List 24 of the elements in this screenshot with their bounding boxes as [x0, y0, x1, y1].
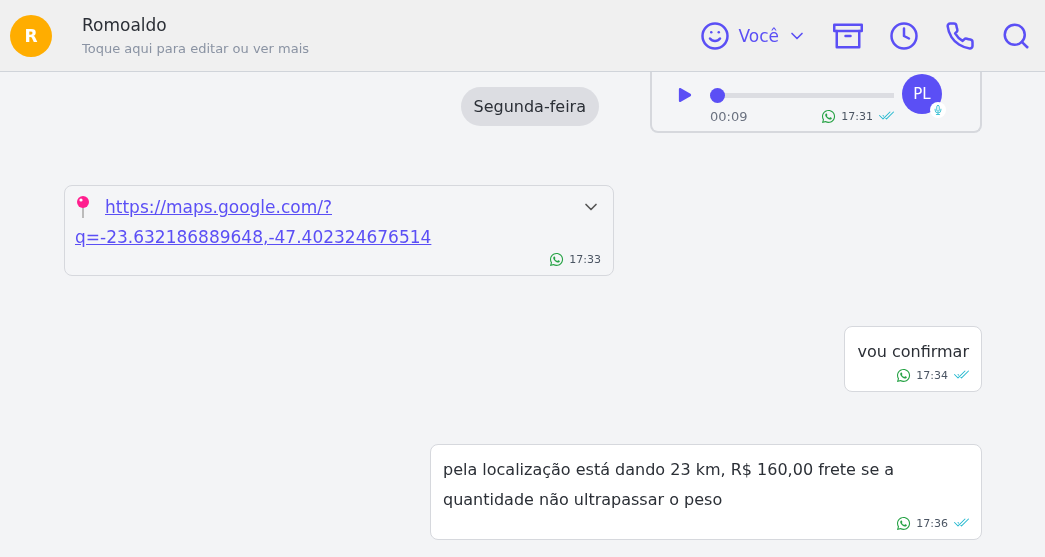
contact-name[interactable]: Romoaldo — [82, 15, 701, 35]
message-time: 17:31 — [841, 109, 873, 123]
mic-icon — [930, 102, 946, 118]
progress-thumb[interactable] — [710, 88, 725, 103]
whatsapp-icon — [896, 515, 912, 531]
audio-duration: 00:09 — [710, 108, 748, 124]
message-text: vou confirmar — [857, 341, 969, 363]
contact-subtitle: Toque aqui para editar ou ver mais — [82, 41, 311, 56]
whatsapp-icon — [549, 252, 565, 267]
message-time: 17:34 — [916, 368, 948, 382]
whatsapp-icon — [821, 108, 837, 124]
play-button[interactable] — [678, 88, 692, 102]
smiley-icon — [700, 20, 731, 51]
message-text: pela localização está dando 23 km, R$ 160,00 frete se a quantidade não ultrapassar o peso — [443, 459, 896, 511]
day-separator: Segunda-feira — [460, 87, 599, 126]
clock-icon[interactable] — [889, 20, 919, 51]
pin-icon — [77, 196, 89, 218]
message-time: 17:33 — [569, 253, 601, 266]
agent-dropdown[interactable]: Você — [700, 20, 807, 51]
message-time: 17:36 — [916, 516, 948, 530]
whatsapp-icon — [896, 367, 912, 383]
phone-icon[interactable] — [945, 20, 975, 51]
map-link[interactable]: q=-23.632186889648,-47.402324676514 — [75, 222, 601, 252]
map-link[interactable]: https://maps.google.com/? — [105, 192, 581, 222]
